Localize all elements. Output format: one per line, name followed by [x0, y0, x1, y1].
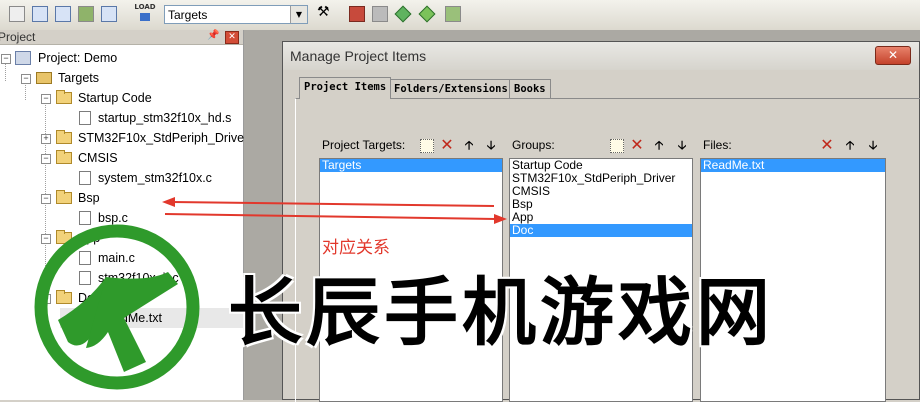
project-pane-header: Project 📌 ✕ — [0, 30, 243, 45]
folder-icon — [56, 130, 72, 144]
delete-icon[interactable]: ✕ — [819, 137, 835, 153]
watermark-text: 长辰手机游戏网 — [228, 270, 774, 356]
chevron-down-icon[interactable]: ▼ — [290, 6, 307, 23]
load-label: LOAD — [134, 3, 156, 11]
load-button[interactable]: LOAD — [134, 3, 156, 25]
project-icon[interactable] — [9, 6, 25, 22]
folder-icon — [56, 150, 72, 164]
dialog-title: Manage Project Items — [290, 48, 427, 64]
expand-icon[interactable]: + — [41, 134, 51, 144]
window-icon[interactable] — [32, 6, 48, 22]
delete-icon[interactable]: ✕ — [439, 137, 455, 153]
download-arrow-icon — [140, 13, 150, 21]
toolbar: LOAD Targets ▼ ⚒ — [0, 0, 920, 31]
move-up-icon[interactable]: 🡡 — [461, 137, 477, 153]
tree-item-project[interactable]: − Project: Demo — [0, 48, 243, 68]
list-item[interactable]: ReadMe.txt — [701, 159, 885, 172]
tab-folders-extensions[interactable]: Folders/Extensions — [389, 79, 513, 98]
wand-icon[interactable]: ⚒ — [317, 4, 333, 20]
target-select-value: Targets — [168, 8, 208, 22]
new-item-icon[interactable] — [420, 139, 434, 153]
move-down-icon[interactable]: 🡣 — [865, 137, 881, 153]
list-item[interactable]: Targets — [320, 159, 502, 172]
tree-item-label: STM32F10x_StdPeriph_Driver — [78, 131, 249, 145]
new-item-icon[interactable] — [610, 139, 624, 153]
window-icon[interactable] — [55, 6, 71, 22]
tree-item-bsp[interactable]: − Bsp — [0, 188, 243, 208]
list-item[interactable]: App — [510, 211, 692, 224]
tree-item-cmsis[interactable]: − CMSIS — [0, 148, 243, 168]
tree-item-startup-code[interactable]: − Startup Code — [0, 88, 243, 108]
tree-item-file[interactable]: system_stm32f10x.c — [0, 168, 243, 188]
green-diamond-icon[interactable] — [418, 5, 436, 23]
list-item[interactable]: Bsp — [510, 198, 692, 211]
collapse-icon[interactable]: − — [21, 74, 31, 84]
groups-label: Groups: — [512, 138, 555, 152]
layers-icon[interactable] — [78, 6, 94, 22]
tree-item-label: Startup Code — [78, 91, 152, 105]
target-select[interactable]: Targets ▼ — [164, 5, 308, 24]
move-down-icon[interactable]: 🡣 — [483, 137, 499, 153]
tab-books[interactable]: Books — [509, 79, 551, 98]
project-pane-title: Project — [0, 30, 36, 44]
targets-label: Project Targets: — [322, 138, 406, 152]
collapse-icon[interactable]: − — [41, 154, 51, 164]
move-up-icon[interactable]: 🡡 — [651, 137, 667, 153]
list-item[interactable]: Doc — [510, 224, 692, 237]
tab-project-items[interactable]: Project Items — [299, 77, 392, 99]
green-diamond-icon[interactable] — [394, 5, 412, 23]
collapse-icon[interactable]: − — [41, 94, 51, 104]
dialog-titlebar: Manage Project Items ✕ — [283, 42, 919, 70]
pack-installer-icon[interactable] — [445, 6, 461, 22]
tree-item-label: Bsp — [78, 191, 100, 205]
delete-icon[interactable]: ✕ — [629, 137, 645, 153]
tree-item-label: Project: Demo — [38, 51, 118, 65]
manage-components-icon[interactable] — [349, 6, 365, 22]
move-up-icon[interactable]: 🡡 — [842, 137, 858, 153]
tree-item-label: CMSIS — [78, 151, 118, 165]
window-icon[interactable] — [101, 6, 117, 22]
multi-project-icon[interactable] — [372, 6, 388, 22]
project-root-icon — [15, 51, 31, 65]
tree-item-driver[interactable]: + STM32F10x_StdPeriph_Driver — [0, 128, 248, 148]
move-down-icon[interactable]: 🡣 — [674, 137, 690, 153]
list-item[interactable]: CMSIS — [510, 185, 692, 198]
watermark-logo — [34, 224, 200, 390]
file-icon — [79, 171, 91, 185]
close-icon[interactable]: ✕ — [225, 31, 239, 44]
folder-icon — [56, 90, 72, 104]
folder-icon — [56, 190, 72, 204]
pin-icon[interactable]: 📌 — [207, 30, 219, 41]
tree-item-label: Targets — [58, 71, 99, 85]
collapse-icon[interactable]: − — [1, 54, 11, 64]
close-icon[interactable]: ✕ — [875, 46, 911, 65]
tree-item-label: startup_stm32f10x_hd.s — [98, 111, 232, 125]
collapse-icon[interactable]: − — [41, 194, 51, 204]
file-icon — [79, 111, 91, 125]
target-icon — [36, 72, 52, 84]
tree-item-file[interactable]: startup_stm32f10x_hd.s — [0, 108, 243, 128]
tree-item-targets[interactable]: − Targets — [0, 68, 243, 88]
tree-item-label: system_stm32f10x.c — [98, 171, 212, 185]
files-label: Files: — [703, 138, 732, 152]
